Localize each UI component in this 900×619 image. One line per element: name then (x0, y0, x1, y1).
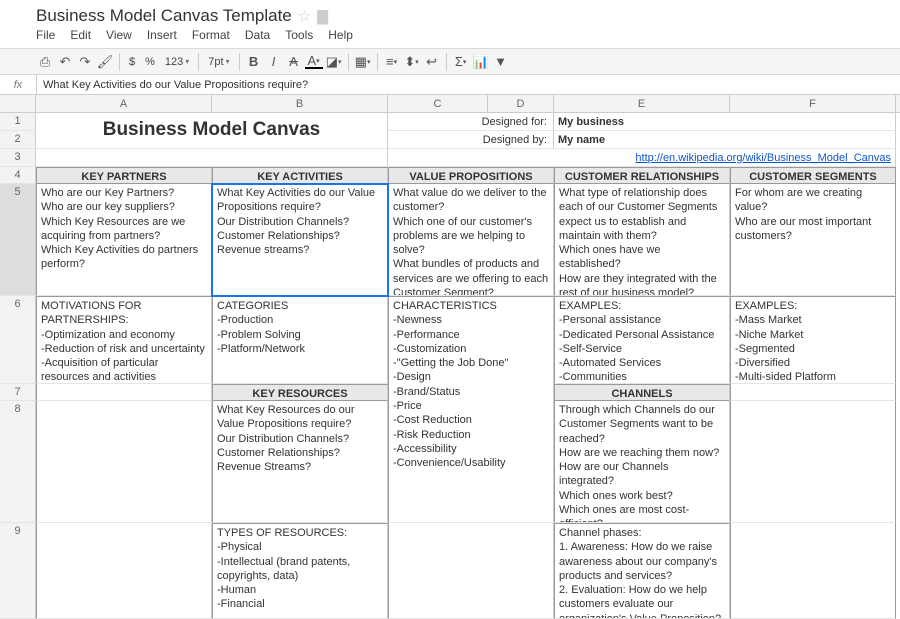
cell-key-partners-ex[interactable]: MOTIVATIONS FOR PARTNERSHIPS: -Optimizat… (36, 296, 212, 384)
formula-input[interactable] (36, 75, 900, 94)
cell-cust-seg-header[interactable]: CUSTOMER SEGMENTS (730, 167, 896, 184)
cell-key-partners-header[interactable]: KEY PARTNERS (36, 167, 212, 184)
row-header-7[interactable]: 7 (0, 384, 36, 401)
bold-button[interactable]: B (245, 53, 263, 71)
cell-cust-seg-q[interactable]: For whom are we creating value? Who are … (730, 184, 896, 296)
currency-button[interactable]: $ (125, 56, 139, 68)
col-header-F[interactable]: F (730, 95, 896, 112)
row-header-2[interactable]: 2 (0, 131, 36, 149)
menu-file[interactable]: File (36, 28, 55, 42)
col-header-C[interactable]: C (388, 95, 488, 112)
row-header-4[interactable]: 4 (0, 167, 36, 184)
cell-key-activities-q[interactable]: What Key Activities do our Value Proposi… (212, 184, 388, 296)
wrap-button[interactable]: ↩ (423, 53, 441, 71)
cell-channels-ex[interactable]: Channel phases: 1. Awareness: How do we … (554, 523, 730, 619)
numfmt-label: 123 (165, 56, 183, 68)
cell-key-partners-q[interactable]: Who are our Key Partners? Who are our ke… (36, 184, 212, 296)
menu-insert[interactable]: Insert (147, 28, 177, 42)
font-size-button[interactable]: 7pt▾ (204, 56, 233, 68)
print-icon[interactable]: ⎙ (36, 53, 54, 71)
col-header-B[interactable]: B (212, 95, 388, 112)
chart-icon[interactable]: 📊 (472, 53, 490, 71)
row-header-1[interactable]: 1 (0, 113, 36, 131)
cell-cust-seg-ex[interactable]: EXAMPLES: -Mass Market -Niche Market -Se… (730, 296, 896, 384)
cell-key-resources-header[interactable]: KEY RESOURCES (212, 384, 388, 401)
cell-designed-for-label[interactable]: Designed for: (388, 113, 554, 131)
folder-icon[interactable]: ▇ (317, 8, 328, 25)
strikethrough-button[interactable]: A (285, 53, 303, 71)
cell-key-activities-header[interactable]: KEY ACTIVITIES (212, 167, 388, 184)
row-header-5[interactable]: 5 (0, 184, 36, 296)
paint-format-icon[interactable]: 🖌 (96, 53, 114, 71)
cell-blank-f9[interactable] (730, 523, 896, 619)
row-header-9[interactable]: 9 (0, 523, 36, 619)
menu-view[interactable]: View (106, 28, 132, 42)
cell-value-prop-ex[interactable]: CHARACTERISTICS -Newness -Performance -C… (388, 296, 554, 523)
cell-cust-rel-q[interactable]: What type of relationship does each of o… (554, 184, 730, 296)
cell-blank-a3[interactable] (36, 149, 388, 167)
cell-blank-a7[interactable] (36, 384, 212, 401)
cell-link[interactable]: http://en.wikipedia.org/wiki/Business_Mo… (388, 149, 896, 167)
cell-key-activities-ex[interactable]: CATEGORIES -Production -Problem Solving … (212, 296, 388, 384)
col-header-E[interactable]: E (554, 95, 730, 112)
cell-blank-c9[interactable] (388, 523, 554, 619)
separator (119, 53, 120, 71)
cell-cust-rel-header[interactable]: CUSTOMER RELATIONSHIPS (554, 167, 730, 184)
star-icon[interactable]: ☆ (298, 7, 311, 25)
document-title[interactable]: Business Model Canvas Template (36, 6, 292, 26)
menu-edit[interactable]: Edit (70, 28, 91, 42)
borders-button[interactable]: ▦▾ (354, 53, 372, 71)
separator (239, 53, 240, 71)
cell-cust-rel-ex[interactable]: EXAMPLES: -Personal assistance -Dedicate… (554, 296, 730, 384)
row-header-3[interactable]: 3 (0, 149, 36, 167)
menu-tools[interactable]: Tools (285, 28, 313, 42)
separator (198, 53, 199, 71)
toolbar: ⎙ ↶ ↷ 🖌 $ % 123▾ 7pt▾ B I A A▾ ◪▾ ▦▾ ≡▾ … (0, 48, 900, 75)
cell-title[interactable]: Business Model Canvas (36, 113, 388, 149)
filter-icon[interactable]: ▼ (492, 53, 510, 71)
cell-blank-a8[interactable] (36, 401, 212, 523)
number-format-button[interactable]: 123▾ (161, 56, 193, 68)
row-header-8[interactable]: 8 (0, 401, 36, 523)
col-header-D[interactable]: D (488, 95, 554, 112)
cell-key-resources-ex[interactable]: TYPES OF RESOURCES: -Physical -Intellect… (212, 523, 388, 619)
percent-button[interactable]: % (141, 56, 159, 68)
fill-color-button[interactable]: ◪▾ (325, 53, 343, 71)
menu-format[interactable]: Format (192, 28, 230, 42)
functions-button[interactable]: Σ▾ (452, 53, 470, 71)
cell-designed-by[interactable]: My name (554, 131, 896, 149)
cell-blank-a9[interactable] (36, 523, 212, 619)
cell-value-prop-q[interactable]: What value do we deliver to the customer… (388, 184, 554, 296)
cell-designed-for[interactable]: My business (554, 113, 896, 131)
cell-channels-q[interactable]: Through which Channels do our Customer S… (554, 401, 730, 523)
fx-label: fx (0, 79, 36, 91)
valign-button[interactable]: ⬍▾ (403, 53, 421, 71)
cell-blank-f8[interactable] (730, 401, 896, 523)
text-color-button[interactable]: A▾ (305, 55, 323, 69)
row-header-6[interactable]: 6 (0, 296, 36, 384)
select-all-corner[interactable] (0, 95, 36, 113)
canvas-link[interactable]: http://en.wikipedia.org/wiki/Business_Mo… (635, 152, 891, 164)
col-header-A[interactable]: A (36, 95, 212, 112)
separator (377, 53, 378, 71)
cell-value-prop-header[interactable]: VALUE PROPOSITIONS (388, 167, 554, 184)
undo-icon[interactable]: ↶ (56, 53, 74, 71)
align-button[interactable]: ≡▾ (383, 53, 401, 71)
cell-blank-f7[interactable] (730, 384, 896, 401)
menu-data[interactable]: Data (245, 28, 270, 42)
separator (348, 53, 349, 71)
cell-designed-by-label[interactable]: Designed by: (388, 131, 554, 149)
menu-help[interactable]: Help (328, 28, 353, 42)
italic-button[interactable]: I (265, 53, 283, 71)
redo-icon[interactable]: ↷ (76, 53, 94, 71)
fontsize-label: 7pt (208, 56, 223, 68)
cell-channels-header[interactable]: CHANNELS (554, 384, 730, 401)
cell-key-resources-q[interactable]: What Key Resources do our Value Proposit… (212, 401, 388, 523)
separator (446, 53, 447, 71)
